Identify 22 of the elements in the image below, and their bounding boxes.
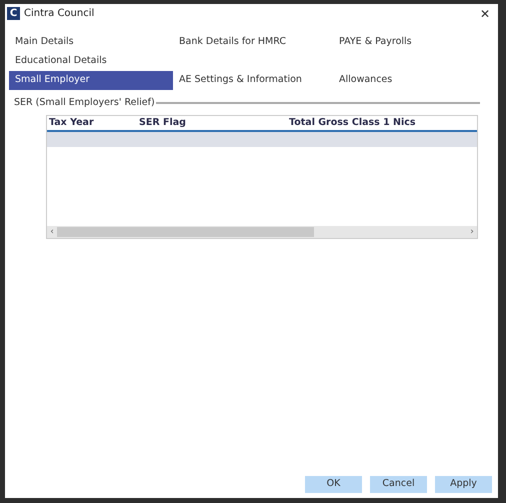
scroll-right-button[interactable]: › bbox=[467, 228, 477, 237]
window-title: Cintra Council bbox=[24, 7, 94, 21]
table-row[interactable] bbox=[47, 132, 477, 148]
tab[interactable]: PAYE & Payrolls bbox=[333, 33, 493, 52]
scrollbar-thumb[interactable] bbox=[57, 227, 314, 238]
dialog-button[interactable]: Cancel bbox=[370, 476, 427, 493]
dialog-button[interactable]: OK bbox=[305, 476, 362, 493]
tab[interactable]: Bank Details for HMRC bbox=[173, 33, 333, 52]
tab[interactable]: Educational Details bbox=[9, 52, 173, 71]
column-header[interactable]: Total Gross Class 1 Nics bbox=[287, 116, 477, 130]
horizontal-scrollbar[interactable]: ‹ › bbox=[47, 226, 477, 238]
tab[interactable]: Main Details bbox=[9, 33, 173, 52]
dialog-button[interactable]: Apply bbox=[435, 476, 492, 493]
column-header[interactable]: Tax Year bbox=[47, 116, 137, 130]
column-header[interactable]: SER Flag bbox=[137, 116, 287, 130]
close-button[interactable]: ✕ bbox=[480, 4, 490, 22]
tab[interactable]: Small Employer bbox=[9, 71, 173, 90]
app-logo-icon: C bbox=[7, 7, 20, 20]
tab[interactable]: AE Settings & Information bbox=[173, 71, 333, 90]
scroll-left-button[interactable]: ‹ bbox=[47, 228, 57, 237]
group-title: SER (Small Employers' Relief) bbox=[14, 96, 155, 110]
tab[interactable]: Allowances bbox=[333, 71, 493, 90]
